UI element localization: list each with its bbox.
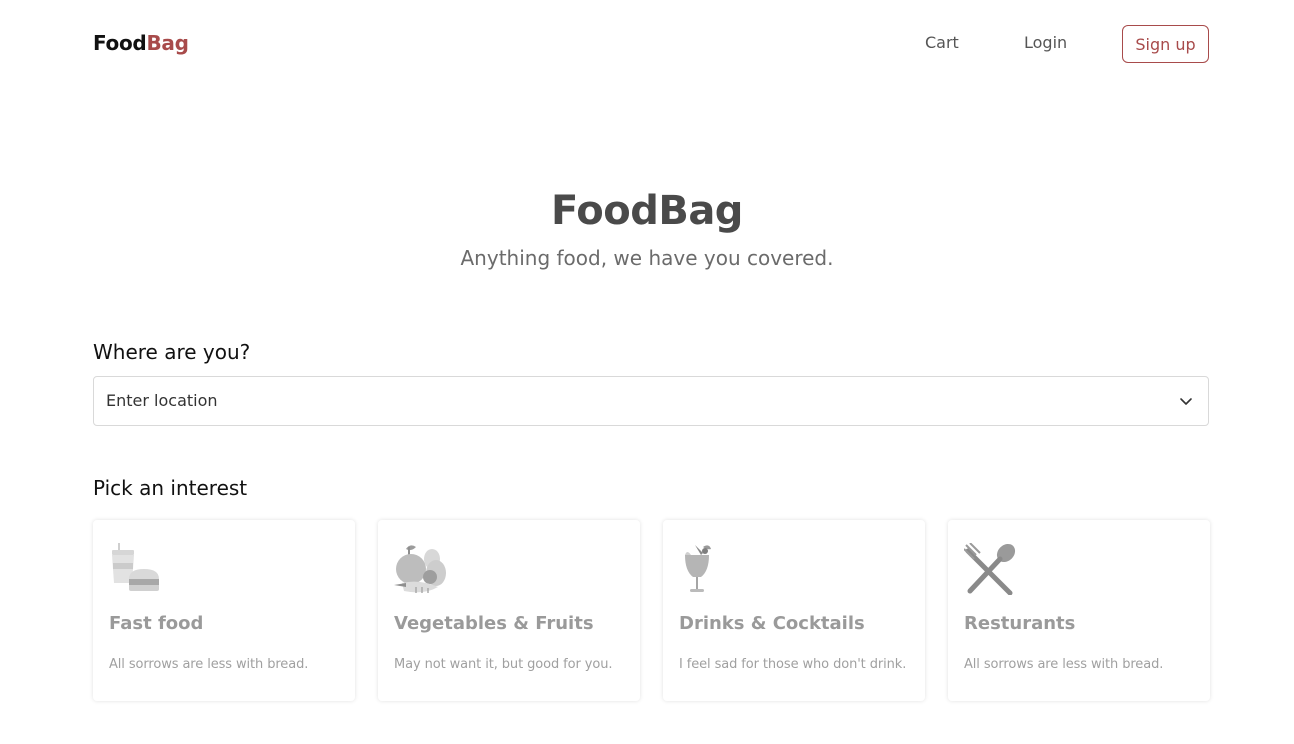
- chevron-down-icon: [1180, 398, 1192, 405]
- card-description: May not want it, but good for you.: [394, 657, 613, 672]
- card-title: Fast food: [109, 613, 204, 634]
- card-description: All sorrows are less with bread.: [964, 657, 1164, 672]
- nav-cart-link[interactable]: Cart: [925, 33, 959, 52]
- fork-spoon-icon: [964, 543, 1016, 595]
- card-description: I feel sad for those who don't drink.: [679, 657, 907, 672]
- hero-subtitle: Anything food, we have you covered.: [460, 246, 834, 270]
- location-label: Where are you?: [93, 340, 251, 364]
- card-title: Resturants: [964, 613, 1076, 634]
- hero-title: FoodBag: [551, 188, 743, 234]
- top-nav: FoodBag Cart Login Sign up: [0, 0, 1294, 88]
- logo[interactable]: FoodBag: [93, 31, 189, 55]
- signup-button[interactable]: Sign up: [1122, 25, 1209, 63]
- interest-card-drinks-cocktails[interactable]: Drinks & Cocktails I feel sad for those …: [663, 520, 925, 701]
- cocktail-icon: [685, 545, 711, 592]
- location-select[interactable]: Enter location: [93, 376, 1209, 426]
- nav-login-link[interactable]: Login: [1024, 33, 1067, 52]
- interest-card-vegetables-fruits[interactable]: Vegetables & Fruits May not want it, but…: [378, 520, 640, 701]
- interest-card-resturants[interactable]: Resturants All sorrows are less with bre…: [948, 520, 1210, 701]
- logo-part-bag: Bag: [146, 31, 189, 55]
- card-description: All sorrows are less with bread.: [109, 657, 309, 672]
- logo-part-food: Food: [93, 31, 147, 55]
- interest-card-fast-food[interactable]: Fast food All sorrows are less with brea…: [93, 520, 355, 701]
- interest-heading: Pick an interest: [93, 476, 248, 500]
- location-placeholder: Enter location: [106, 391, 218, 410]
- vegetables-fruits-icon: [394, 545, 446, 593]
- card-title: Vegetables & Fruits: [394, 613, 594, 634]
- card-title: Drinks & Cocktails: [679, 613, 865, 634]
- fast-food-icon: [112, 543, 159, 591]
